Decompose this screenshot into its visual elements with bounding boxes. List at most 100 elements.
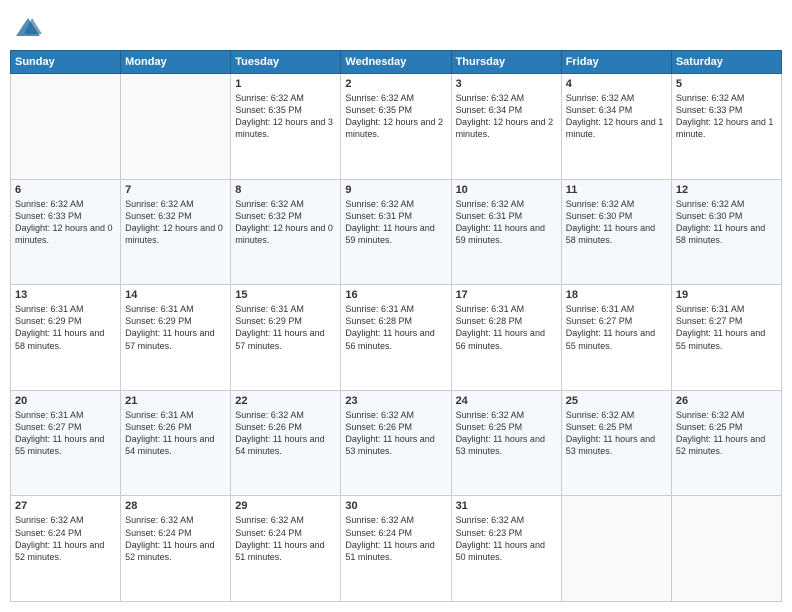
day-number: 17 [456, 289, 557, 301]
calendar-cell: 26 Sunrise: 6:32 AMSunset: 6:25 PMDayligh… [671, 390, 781, 496]
cell-info: Sunrise: 6:32 AMSunset: 6:30 PMDaylight:… [676, 198, 777, 247]
cell-info: Sunrise: 6:32 AMSunset: 6:35 PMDaylight:… [235, 92, 336, 141]
logo [14, 14, 46, 42]
calendar-cell: 4 Sunrise: 6:32 AMSunset: 6:34 PMDaylight… [561, 74, 671, 180]
cell-info: Sunrise: 6:32 AMSunset: 6:34 PMDaylight:… [566, 92, 667, 141]
calendar-cell: 13Sunrise: 6:31 AMSunset: 6:29 PMDayligh… [11, 285, 121, 391]
col-header-wednesday: Wednesday [341, 51, 451, 74]
day-number: 19 [676, 289, 777, 301]
calendar-cell: 20 Sunrise: 6:31 AMSunset: 6:27 PMDayligh… [11, 390, 121, 496]
cell-info: Sunrise: 6:31 AMSunset: 6:29 PMDaylight:… [125, 303, 226, 352]
cell-info: Sunrise: 6:32 AMSunset: 6:34 PMDaylight:… [456, 92, 557, 141]
calendar-cell: 15Sunrise: 6:31 AMSunset: 6:29 PMDayligh… [231, 285, 341, 391]
calendar-header-row: SundayMondayTuesdayWednesdayThursdayFrid… [11, 51, 782, 74]
page: SundayMondayTuesdayWednesdayThursdayFrid… [0, 0, 792, 612]
calendar-cell: 6 Sunrise: 6:32 AMSunset: 6:33 PMDaylight… [11, 179, 121, 285]
calendar-table: SundayMondayTuesdayWednesdayThursdayFrid… [10, 50, 782, 602]
calendar-cell: 9 Sunrise: 6:32 AMSunset: 6:31 PMDaylight… [341, 179, 451, 285]
day-number: 23 [345, 395, 446, 407]
calendar-cell: 7 Sunrise: 6:32 AMSunset: 6:32 PMDaylight… [121, 179, 231, 285]
day-number: 27 [15, 500, 116, 512]
cell-info: Sunrise: 6:32 AMSunset: 6:31 PMDaylight:… [345, 198, 446, 247]
cell-info: Sunrise: 6:31 AMSunset: 6:26 PMDaylight:… [125, 409, 226, 458]
col-header-sunday: Sunday [11, 51, 121, 74]
day-number: 20 [15, 395, 116, 407]
cell-info: Sunrise: 6:32 AMSunset: 6:31 PMDaylight:… [456, 198, 557, 247]
day-number: 28 [125, 500, 226, 512]
calendar-cell: 24Sunrise: 6:32 AMSunset: 6:25 PMDayligh… [451, 390, 561, 496]
calendar-cell: 30 Sunrise: 6:32 AMSunset: 6:24 PMDayligh… [341, 496, 451, 602]
day-number: 9 [345, 184, 446, 196]
col-header-monday: Monday [121, 51, 231, 74]
cell-info: Sunrise: 6:31 AMSunset: 6:29 PMDaylight:… [15, 303, 116, 352]
cell-info: Sunrise: 6:32 AMSunset: 6:35 PMDaylight:… [345, 92, 446, 141]
day-number: 31 [456, 500, 557, 512]
calendar-cell: 2 Sunrise: 6:32 AMSunset: 6:35 PMDaylight… [341, 74, 451, 180]
cell-info: Sunrise: 6:32 AMSunset: 6:33 PMDaylight:… [676, 92, 777, 141]
cell-info: Sunrise: 6:32 AMSunset: 6:25 PMDaylight:… [676, 409, 777, 458]
header [10, 10, 782, 42]
calendar-cell [671, 496, 781, 602]
cell-info: Sunrise: 6:32 AMSunset: 6:26 PMDaylight:… [345, 409, 446, 458]
calendar-cell: 11 Sunrise: 6:32 AMSunset: 6:30 PMDayligh… [561, 179, 671, 285]
cell-info: Sunrise: 6:32 AMSunset: 6:30 PMDaylight:… [566, 198, 667, 247]
cell-info: Sunrise: 6:32 AMSunset: 6:32 PMDaylight:… [235, 198, 336, 247]
calendar-cell [11, 74, 121, 180]
calendar-cell: 25Sunrise: 6:32 AMSunset: 6:25 PMDayligh… [561, 390, 671, 496]
day-number: 10 [456, 184, 557, 196]
calendar-cell: 1 Sunrise: 6:32 AMSunset: 6:35 PMDaylight… [231, 74, 341, 180]
calendar-cell: 8 Sunrise: 6:32 AMSunset: 6:32 PMDaylight… [231, 179, 341, 285]
calendar-cell: 16Sunrise: 6:31 AMSunset: 6:28 PMDayligh… [341, 285, 451, 391]
cell-info: Sunrise: 6:32 AMSunset: 6:25 PMDaylight:… [566, 409, 667, 458]
calendar-week-row: 13Sunrise: 6:31 AMSunset: 6:29 PMDayligh… [11, 285, 782, 391]
cell-info: Sunrise: 6:31 AMSunset: 6:28 PMDaylight:… [456, 303, 557, 352]
day-number: 2 [345, 78, 446, 90]
day-number: 1 [235, 78, 336, 90]
calendar-week-row: 1 Sunrise: 6:32 AMSunset: 6:35 PMDaylight… [11, 74, 782, 180]
cell-info: Sunrise: 6:31 AMSunset: 6:27 PMDaylight:… [15, 409, 116, 458]
day-number: 30 [345, 500, 446, 512]
cell-info: Sunrise: 6:31 AMSunset: 6:27 PMDaylight:… [566, 303, 667, 352]
calendar-cell: 21Sunrise: 6:31 AMSunset: 6:26 PMDayligh… [121, 390, 231, 496]
cell-info: Sunrise: 6:32 AMSunset: 6:23 PMDaylight:… [456, 514, 557, 563]
day-number: 18 [566, 289, 667, 301]
calendar-cell: 28Sunrise: 6:32 AMSunset: 6:24 PMDayligh… [121, 496, 231, 602]
day-number: 12 [676, 184, 777, 196]
cell-info: Sunrise: 6:31 AMSunset: 6:28 PMDaylight:… [345, 303, 446, 352]
calendar-cell [121, 74, 231, 180]
calendar-cell: 27 Sunrise: 6:32 AMSunset: 6:24 PMDayligh… [11, 496, 121, 602]
cell-info: Sunrise: 6:32 AMSunset: 6:24 PMDaylight:… [235, 514, 336, 563]
day-number: 29 [235, 500, 336, 512]
calendar-week-row: 20 Sunrise: 6:31 AMSunset: 6:27 PMDayligh… [11, 390, 782, 496]
calendar-cell: 18 Sunrise: 6:31 AMSunset: 6:27 PMDayligh… [561, 285, 671, 391]
cell-info: Sunrise: 6:32 AMSunset: 6:24 PMDaylight:… [15, 514, 116, 563]
day-number: 5 [676, 78, 777, 90]
cell-info: Sunrise: 6:32 AMSunset: 6:33 PMDaylight:… [15, 198, 116, 247]
day-number: 8 [235, 184, 336, 196]
cell-info: Sunrise: 6:32 AMSunset: 6:25 PMDaylight:… [456, 409, 557, 458]
col-header-thursday: Thursday [451, 51, 561, 74]
calendar-cell [561, 496, 671, 602]
calendar-cell: 29 Sunrise: 6:32 AMSunset: 6:24 PMDayligh… [231, 496, 341, 602]
calendar-cell: 3 Sunrise: 6:32 AMSunset: 6:34 PMDaylight… [451, 74, 561, 180]
day-number: 4 [566, 78, 667, 90]
calendar-cell: 17 Sunrise: 6:31 AMSunset: 6:28 PMDayligh… [451, 285, 561, 391]
calendar-cell: 10 Sunrise: 6:32 AMSunset: 6:31 PMDayligh… [451, 179, 561, 285]
calendar-cell: 22Sunrise: 6:32 AMSunset: 6:26 PMDayligh… [231, 390, 341, 496]
day-number: 14 [125, 289, 226, 301]
day-number: 6 [15, 184, 116, 196]
calendar-cell: 14 Sunrise: 6:31 AMSunset: 6:29 PMDayligh… [121, 285, 231, 391]
day-number: 3 [456, 78, 557, 90]
calendar-cell: 19Sunrise: 6:31 AMSunset: 6:27 PMDayligh… [671, 285, 781, 391]
day-number: 7 [125, 184, 226, 196]
calendar-week-row: 6 Sunrise: 6:32 AMSunset: 6:33 PMDaylight… [11, 179, 782, 285]
cell-info: Sunrise: 6:32 AMSunset: 6:32 PMDaylight:… [125, 198, 226, 247]
col-header-friday: Friday [561, 51, 671, 74]
cell-info: Sunrise: 6:32 AMSunset: 6:24 PMDaylight:… [345, 514, 446, 563]
day-number: 11 [566, 184, 667, 196]
cell-info: Sunrise: 6:32 AMSunset: 6:26 PMDaylight:… [235, 409, 336, 458]
day-number: 15 [235, 289, 336, 301]
day-number: 26 [676, 395, 777, 407]
calendar-cell: 5 Sunrise: 6:32 AMSunset: 6:33 PMDaylight… [671, 74, 781, 180]
calendar-cell: 31 Sunrise: 6:32 AMSunset: 6:23 PMDayligh… [451, 496, 561, 602]
